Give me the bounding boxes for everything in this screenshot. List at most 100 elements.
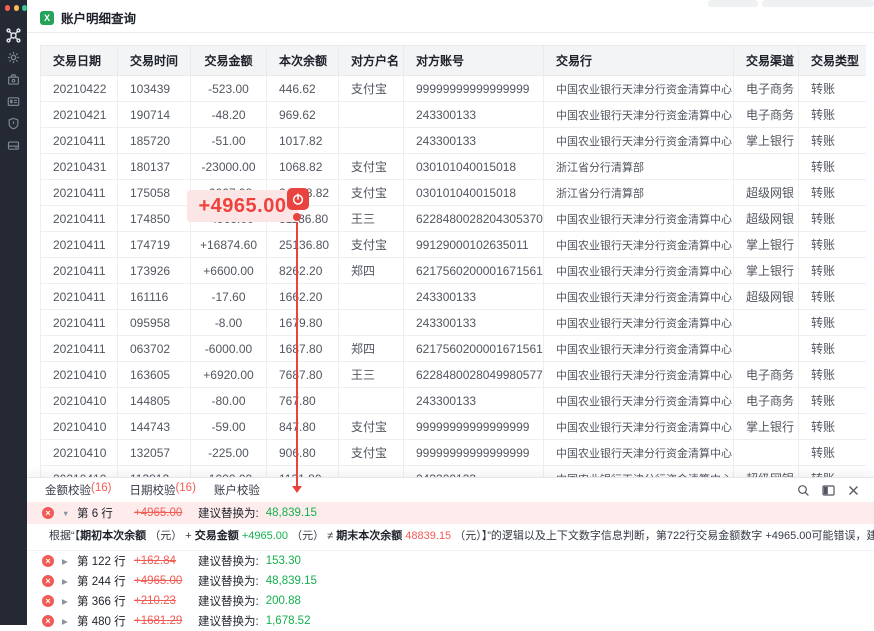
tab-account-validation[interactable]: 账户校验 [214, 482, 260, 498]
tab-date-validation[interactable]: 日期校验(16) [129, 482, 195, 498]
validation-error-row[interactable]: ×▶第 122 行+162.84建议替换为:153.30 [27, 551, 874, 571]
column-header: 交易渠道 [734, 46, 799, 76]
table-row[interactable]: 20210411095958-8.001679.80243300133中国农业银… [41, 310, 867, 336]
table-cell: 1068.82 [267, 154, 339, 180]
storage-drive-icon[interactable] [6, 138, 21, 153]
table-cell: 446.62 [267, 76, 339, 102]
table-row[interactable]: 20210411174719+16874.6025136.80支付宝991290… [41, 232, 867, 258]
table-cell: 转账 [799, 284, 867, 310]
table-row[interactable]: 20210411063702-6000.001687.80郑四621756020… [41, 336, 867, 362]
error-old-value: +4965.00 [134, 575, 198, 587]
table-row[interactable]: 20210411175058-6067.9824068.82支付宝0301010… [41, 180, 867, 206]
table-cell: 郑四 [339, 258, 404, 284]
settings-gear-icon[interactable] [6, 50, 21, 65]
table-cell: 20210410 [41, 440, 118, 466]
maximize-window-dot[interactable] [22, 5, 27, 11]
validation-error-row[interactable]: ×▶第 366 行+210.23建议替换为:200.88 [27, 591, 874, 611]
table-cell: 847.80 [267, 414, 339, 440]
error-new-value[interactable]: 48,839.15 [266, 575, 317, 587]
table-row[interactable]: 20210411174850+4965.0031136.80王三62284800… [41, 206, 867, 232]
table-cell: 转账 [799, 414, 867, 440]
table-cell: 电子商务 [734, 76, 799, 102]
table-cell: 郑四 [339, 336, 404, 362]
close-window-dot[interactable] [5, 5, 10, 11]
id-card-icon[interactable] [6, 94, 21, 109]
error-line-label: 第 122 行 [77, 553, 134, 569]
table-cell: 转账 [799, 258, 867, 284]
error-new-value[interactable]: 48,839.15 [266, 507, 317, 519]
table-row[interactable]: 20210422103439-523.00446.62支付宝9999999999… [41, 76, 867, 102]
panel-toggle-icon[interactable] [821, 483, 835, 497]
table-cell: 6228480028204305370 [404, 206, 544, 232]
table-cell: 中国农业银行天津分行资金清算中心 [544, 310, 734, 336]
suggest-label: 建议替换为: [198, 553, 259, 569]
error-new-value[interactable]: 1,678.52 [266, 615, 311, 627]
table-cell: 中国农业银行天津分行资金清算中心 [544, 128, 734, 154]
table-cell: 163605 [118, 362, 191, 388]
table-cell: 王三 [339, 206, 404, 232]
table-cell: 6217560200001671561 [404, 258, 544, 284]
table-cell: 25136.80 [267, 232, 339, 258]
table-cell: 中国农业银行天津分行资金清算中心 [544, 414, 734, 440]
excel-file-icon: X [40, 11, 54, 25]
table-row[interactable]: 20210421190714-48.20969.62243300133中国农业银… [41, 102, 867, 128]
briefcase-icon[interactable] [6, 72, 21, 87]
table-cell: 7687.80 [267, 362, 339, 388]
error-line-label: 第 244 行 [77, 573, 134, 589]
table-cell: 20210410 [41, 414, 118, 440]
table-row[interactable]: 20210411185720-51.001017.82243300133中国农业… [41, 128, 867, 154]
error-new-value[interactable]: 153.30 [266, 555, 301, 567]
table-cell: 180137 [118, 154, 191, 180]
caret-right-icon[interactable]: ▶ [62, 577, 72, 586]
shield-icon[interactable] [6, 116, 21, 131]
table-cell: 支付宝 [339, 76, 404, 102]
table-cell: 1017.82 [267, 128, 339, 154]
table-cell: 144805 [118, 388, 191, 414]
error-new-value[interactable]: 200.88 [266, 595, 301, 607]
table-cell: 转账 [799, 180, 867, 206]
validation-error-row[interactable]: ×▶第 244 行+4965.00建议替换为:48,839.15 [27, 571, 874, 591]
table-body: 20210422103439-523.00446.62支付宝9999999999… [41, 76, 867, 492]
table-row[interactable]: 20210410132057-225.00906.80支付宝9999999999… [41, 440, 867, 466]
alert-badge-icon[interactable] [287, 188, 309, 210]
table-row[interactable]: 20210410144805-80.00767.80243300133中国农业银… [41, 388, 867, 414]
table-row[interactable]: 20210411161116-17.601662.20243300133中国农业… [41, 284, 867, 310]
caret-right-icon[interactable]: ▶ [62, 617, 72, 626]
table-row[interactable]: 20210410163605+6920.007687.80王三622848002… [41, 362, 867, 388]
table-cell: 转账 [799, 362, 867, 388]
table-row[interactable]: 20210411173926+6600.008262.20郑四621756020… [41, 258, 867, 284]
validation-panel-header: 金额校验(16) 日期校验(16) 账户校验 [27, 478, 874, 502]
amount-highlight-box[interactable]: +4965.00 [187, 190, 298, 222]
tab-amount-validation[interactable]: 金额校验(16) [45, 482, 111, 498]
caret-right-icon[interactable]: ▶ [62, 557, 72, 566]
table-cell: 转账 [799, 102, 867, 128]
table-row[interactable]: 20210431180137-23000.001068.82支付宝0301010… [41, 154, 867, 180]
table-cell: 1687.80 [267, 336, 339, 362]
table-cell: 转账 [799, 154, 867, 180]
table-cell: 超级网银 [734, 180, 799, 206]
table-cell: -80.00 [191, 388, 267, 414]
table-cell: -17.60 [191, 284, 267, 310]
column-header: 交易金额 [191, 46, 267, 76]
table-cell: -225.00 [191, 440, 267, 466]
validation-error-row[interactable]: ×▼第 6 行+4965.00建议替换为:48,839.15 [27, 502, 874, 524]
error-circle-icon: × [42, 507, 54, 519]
table-cell: +6600.00 [191, 258, 267, 284]
minimize-window-dot[interactable] [14, 5, 19, 11]
table-cell: 支付宝 [339, 232, 404, 258]
caret-down-icon[interactable]: ▼ [62, 509, 72, 518]
table-cell [339, 128, 404, 154]
validation-error-row[interactable]: ×▶第 480 行+1681.29建议替换为:1,678.52 [27, 611, 874, 631]
error-old-value: +1681.29 [134, 615, 198, 627]
table-cell: 浙江省分行清算部 [544, 180, 734, 206]
error-detail-text: 根据“【期初本次余额 （元） + 交易金额 +4965.00 （元） ≠ 期末本… [27, 524, 874, 551]
error-line-label: 第 480 行 [77, 613, 134, 629]
table-cell: 243300133 [404, 128, 544, 154]
table-cell [339, 102, 404, 128]
app-logo-icon[interactable] [6, 28, 21, 43]
table-cell: 转账 [799, 440, 867, 466]
close-icon[interactable] [846, 483, 860, 497]
table-row[interactable]: 20210410144743-59.00847.80支付宝99999999999… [41, 414, 867, 440]
search-icon[interactable] [796, 483, 810, 497]
caret-right-icon[interactable]: ▶ [62, 597, 72, 606]
